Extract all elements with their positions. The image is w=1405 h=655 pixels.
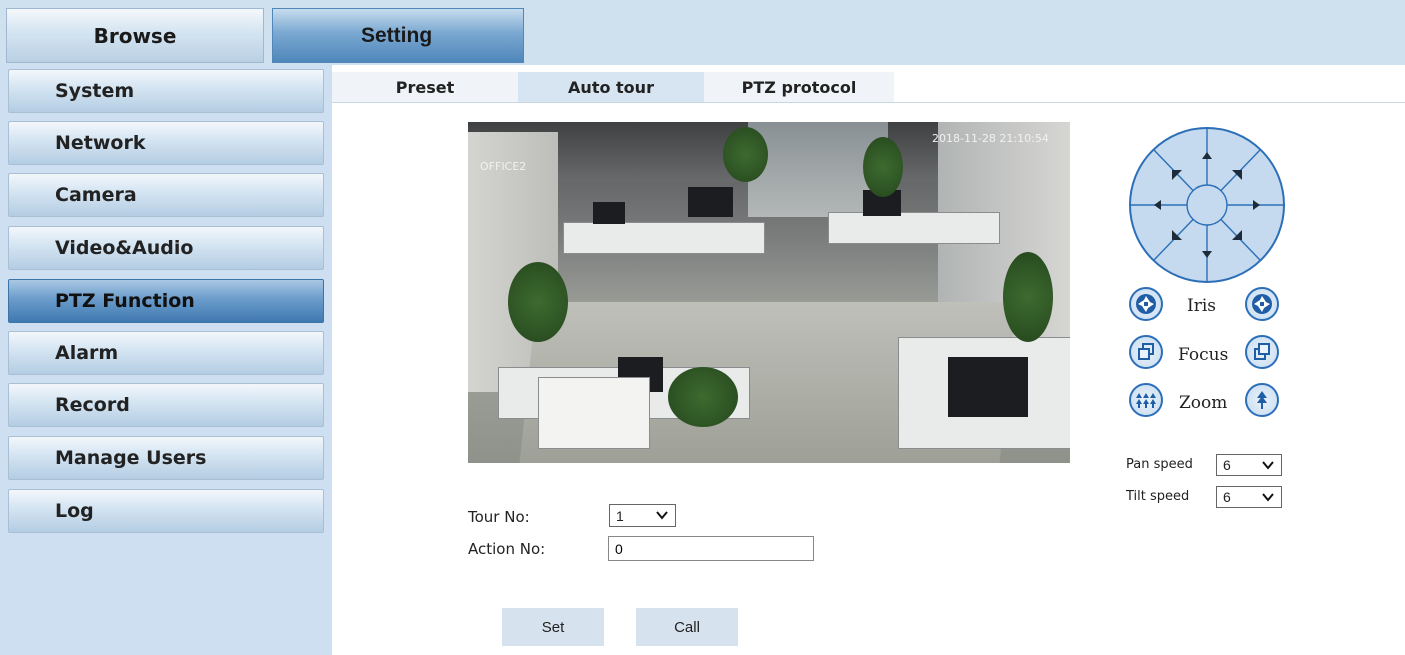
- tilt-speed-value: 6: [1223, 489, 1231, 505]
- tilt-speed-select[interactable]: 6: [1216, 486, 1282, 508]
- sidebar-item-record[interactable]: Record: [8, 383, 324, 427]
- pan-speed-value: 6: [1223, 457, 1231, 473]
- pan-speed-select[interactable]: 6: [1216, 454, 1282, 476]
- zoom-out-button[interactable]: [1129, 383, 1163, 417]
- chevron-down-icon: [1262, 493, 1274, 502]
- top-navigation-bar: Browse Setting: [0, 0, 1405, 65]
- focus-far-button[interactable]: [1245, 335, 1279, 369]
- tilt-speed-label: Tilt speed: [1126, 489, 1190, 504]
- tab-setting[interactable]: Setting: [272, 8, 524, 63]
- video-scene-screen: [538, 377, 650, 449]
- set-button[interactable]: Set: [502, 608, 604, 646]
- call-button[interactable]: Call: [636, 608, 738, 646]
- aperture-icon: [1136, 294, 1156, 314]
- focus-icon: [1138, 343, 1154, 360]
- tab-ptz-protocol[interactable]: PTZ protocol: [704, 72, 894, 102]
- sidebar-item-alarm[interactable]: Alarm: [8, 331, 324, 375]
- sidebar-item-system[interactable]: System: [8, 69, 324, 113]
- tab-auto-tour[interactable]: Auto tour: [518, 72, 704, 102]
- video-osd-channel-name: OFFICE2: [480, 160, 527, 173]
- sidebar-item-video-audio[interactable]: Video&Audio: [8, 226, 324, 270]
- iris-label: Iris: [1187, 296, 1217, 316]
- iris-close-button[interactable]: [1129, 287, 1163, 321]
- action-no-input[interactable]: [608, 536, 814, 561]
- tour-no-select[interactable]: 1: [609, 504, 676, 527]
- sidebar-item-manage-users[interactable]: Manage Users: [8, 436, 324, 480]
- video-osd-timestamp: 2018-11-28 21:10:54: [932, 132, 1049, 145]
- video-scene-plant: [863, 137, 903, 197]
- video-preview[interactable]: OFFICE2 2018-11-28 21:10:54: [468, 122, 1070, 463]
- video-scene-monitor: [948, 357, 1028, 417]
- video-scene-plant: [1003, 252, 1053, 342]
- video-scene-monitor: [593, 202, 625, 224]
- video-scene-plant: [508, 262, 568, 342]
- ptz-center-button[interactable]: [1186, 184, 1228, 226]
- zoom-out-icon: [1136, 393, 1156, 408]
- video-scene-monitor: [688, 187, 733, 217]
- focus-near-button[interactable]: [1129, 335, 1163, 369]
- video-scene-plant: [668, 367, 738, 427]
- pan-speed-label: Pan speed: [1126, 457, 1193, 472]
- video-scene-desk: [563, 222, 765, 254]
- video-scene-desk: [828, 212, 1000, 244]
- subtab-bar: Preset Auto tour PTZ protocol: [332, 65, 1405, 103]
- video-scene-plant: [723, 127, 768, 182]
- tour-no-value: 1: [616, 507, 624, 524]
- sidebar-item-ptz-function[interactable]: PTZ Function: [8, 279, 324, 323]
- sidebar-item-log[interactable]: Log: [8, 489, 324, 533]
- iris-open-button[interactable]: [1245, 287, 1279, 321]
- aperture-icon: [1252, 294, 1272, 314]
- focus-icon: [1254, 343, 1270, 360]
- sidebar: System Network Camera Video&Audio PTZ Fu…: [0, 65, 332, 655]
- ptz-direction-pad[interactable]: [1128, 126, 1286, 284]
- chevron-down-icon: [1262, 461, 1274, 470]
- sidebar-item-camera[interactable]: Camera: [8, 173, 324, 217]
- tab-preset[interactable]: Preset: [332, 72, 518, 102]
- zoom-in-button[interactable]: [1245, 383, 1279, 417]
- zoom-label: Zoom: [1179, 393, 1228, 413]
- tab-browse[interactable]: Browse: [6, 8, 264, 63]
- tour-no-label: Tour No:: [468, 508, 530, 526]
- action-no-label: Action No:: [468, 540, 546, 558]
- zoom-in-icon: [1257, 391, 1267, 409]
- focus-label: Focus: [1178, 345, 1229, 365]
- chevron-down-icon: [656, 511, 668, 520]
- sidebar-item-network[interactable]: Network: [8, 121, 324, 165]
